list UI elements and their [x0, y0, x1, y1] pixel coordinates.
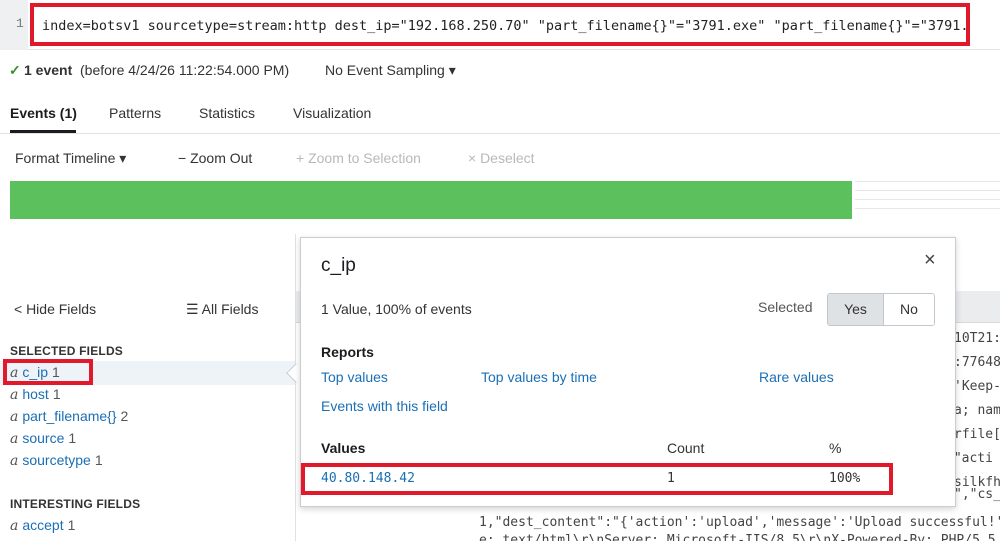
result-tabs: Events (1) Patterns Statistics Visualiza… [0, 92, 1000, 134]
tab-events[interactable]: Events (1) [10, 105, 77, 121]
search-bar: 1 index=botsv1 sourcetype=stream:http de… [0, 0, 1000, 50]
search-query-input[interactable]: index=botsv1 sourcetype=stream:http dest… [30, 3, 970, 46]
field-part-filename[interactable]: a part_filename{} 2 [10, 408, 128, 425]
fields-sidebar: < Hide Fields ☰ All Fields SELECTED FIEL… [0, 234, 296, 541]
tab-statistics[interactable]: Statistics [199, 105, 255, 121]
event-sampling-dropdown[interactable]: No Event Sampling ▾ [325, 62, 456, 79]
reports-heading: Reports [321, 344, 374, 360]
timeline-panel: Format Timeline ▾ − Zoom Out + Zoom to S… [0, 134, 1000, 234]
event-text-line: a; nam [954, 403, 1000, 418]
values-column-header: Values [321, 440, 366, 456]
percent-column-header: % [829, 440, 842, 456]
active-tab-indicator [10, 130, 76, 133]
zoom-to-selection-button[interactable]: + Zoom to Selection [296, 150, 421, 166]
list-icon: ☰ [186, 301, 202, 317]
event-count: 1 event [24, 62, 73, 78]
sidebar-divider [295, 234, 296, 541]
field-sourcetype[interactable]: a sourcetype 1 [10, 452, 103, 469]
popover-title: c_ip [321, 255, 356, 276]
count-cell: 1 [667, 471, 675, 486]
search-status-row: ✓ 1 event (before 4/24/26 11:22:54.000 P… [0, 50, 1000, 92]
event-text-line: e: text/html\r\nServer: Microsoft-IIS/8.… [479, 533, 1000, 541]
count-column-header: Count [667, 440, 705, 456]
line-number: 1 [0, 0, 28, 50]
close-icon[interactable]: × [924, 249, 936, 272]
value-cell-link[interactable]: 40.80.148.42 [321, 471, 415, 486]
event-time-range: (before 4/24/26 11:22:54.000 PM) [80, 62, 290, 78]
c-ip-highlight-box [3, 359, 93, 385]
hide-fields-button[interactable]: < Hide Fields [14, 301, 96, 317]
splunk-search-screen: 1 index=botsv1 sourcetype=stream:http de… [0, 0, 1000, 541]
event-text-line: 'Keep- [954, 379, 1000, 394]
popover-subtitle: 1 Value, 100% of events [321, 301, 472, 317]
report-top-values-by-time-link[interactable]: Top values by time [481, 369, 597, 385]
selected-fields-heading: SELECTED FIELDS [10, 344, 124, 358]
report-events-with-field-link[interactable]: Events with this field [321, 398, 448, 414]
selected-no-button[interactable]: No [884, 294, 934, 325]
selected-toggle: Yes No [827, 293, 935, 326]
selected-yes-button[interactable]: Yes [828, 294, 884, 325]
zoom-out-button[interactable]: − Zoom Out [178, 150, 252, 166]
event-text-line: ","cs_v [954, 487, 1000, 502]
timeline-bar[interactable] [10, 181, 852, 219]
report-rare-values-link[interactable]: Rare values [759, 369, 834, 385]
check-icon: ✓ [9, 62, 21, 78]
event-text-line: rfile[ [954, 427, 1000, 442]
deselect-button[interactable]: × Deselect [468, 150, 535, 166]
percent-cell: 100% [829, 471, 861, 486]
field-summary-popover: c_ip × 1 Value, 100% of events Selected … [300, 237, 956, 507]
field-accept[interactable]: a accept 1 [10, 517, 75, 534]
event-text-line: 10T21: [954, 331, 1000, 346]
field-source[interactable]: a source 1 [10, 430, 76, 447]
all-fields-button[interactable]: ☰ All Fields [186, 301, 258, 318]
tab-patterns[interactable]: Patterns [109, 105, 161, 121]
report-top-values-link[interactable]: Top values [321, 369, 388, 385]
event-text-line: :77648 [954, 355, 1000, 370]
tab-visualization[interactable]: Visualization [293, 105, 371, 121]
field-host[interactable]: a host 1 [10, 386, 61, 403]
event-text-line: 1,"dest_content":"{'action':'upload','me… [479, 515, 1000, 530]
format-timeline-button[interactable]: Format Timeline ▾ [15, 150, 126, 167]
interesting-fields-heading: INTERESTING FIELDS [10, 497, 141, 511]
timeline-gridlines [855, 181, 1000, 219]
selected-label: Selected [758, 299, 813, 315]
